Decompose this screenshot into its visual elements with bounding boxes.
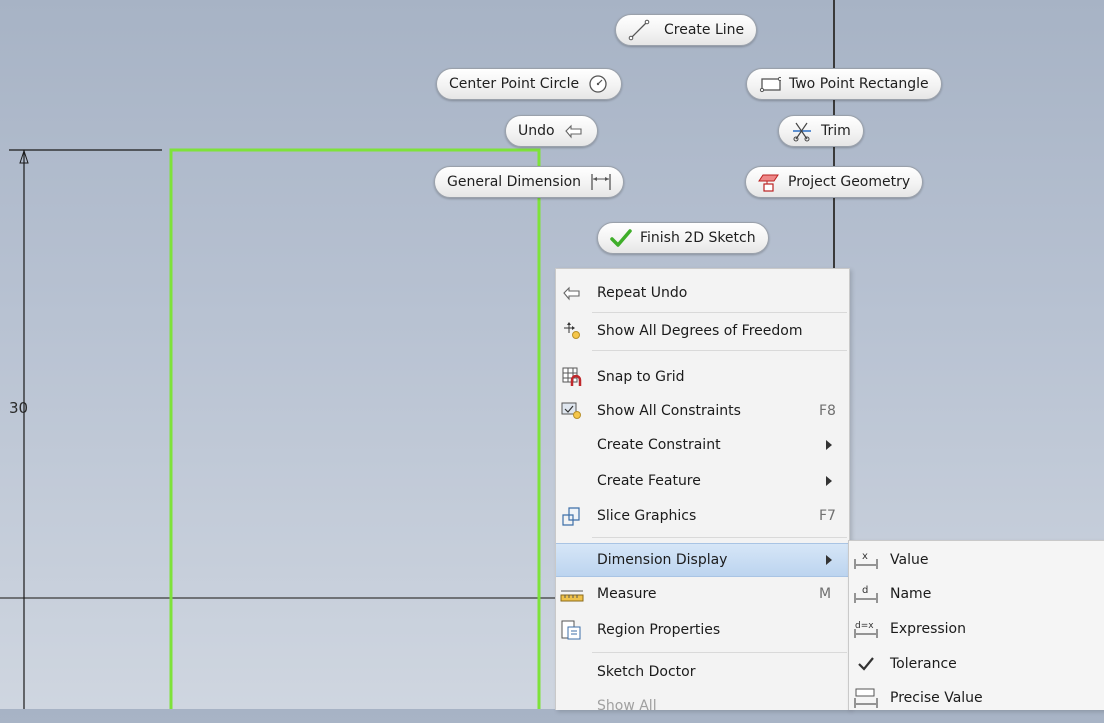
menu-item-dimension-display[interactable]: Dimension Display xyxy=(556,543,849,577)
submenu-item-label: Precise Value xyxy=(890,690,983,706)
menu-item-label: Sketch Doctor xyxy=(597,664,696,680)
submenu-item-label: Value xyxy=(890,552,929,568)
menu-item-show-all-degrees-of-freedom[interactable]: Show All Degrees of Freedom xyxy=(556,314,849,348)
menu-item-measure[interactable]: Measure M xyxy=(556,577,849,611)
slice-graphics-icon xyxy=(560,504,584,528)
menu-item-label: Show All xyxy=(597,698,657,714)
menu-item-label: Slice Graphics xyxy=(597,508,697,524)
general-dimension-button[interactable]: General Dimension xyxy=(434,166,625,198)
submenu-item-label: Tolerance xyxy=(890,656,957,672)
menu-divider xyxy=(592,312,847,313)
dim-expression-icon: d=x xyxy=(853,617,879,641)
submenu-item-name[interactable]: d Name xyxy=(849,577,1104,611)
trim-icon xyxy=(791,120,813,142)
dim-value-icon: x xyxy=(853,548,879,572)
center-point-circle-button[interactable]: Center Point Circle xyxy=(436,68,623,100)
line-icon xyxy=(628,19,650,41)
menu-item-create-feature[interactable]: Create Feature xyxy=(556,464,849,498)
circle-icon xyxy=(587,73,609,95)
rectangle-icon xyxy=(759,73,781,95)
menu-item-label: Show All Degrees of Freedom xyxy=(597,323,803,339)
dimension-display-submenu: x Value d Name d=x Expression Tolerance … xyxy=(848,540,1104,710)
menu-item-create-constraint[interactable]: Create Constraint xyxy=(556,428,849,462)
measure-icon xyxy=(560,582,584,606)
menu-item-repeat-undo[interactable]: Repeat Undo xyxy=(556,276,849,310)
menu-item-label: Measure xyxy=(597,586,657,602)
menu-item-label: Dimension Display xyxy=(597,552,728,568)
menu-item-slice-graphics[interactable]: Slice Graphics F7 xyxy=(556,499,849,533)
menu-item-label: Show All Constraints xyxy=(597,403,741,419)
menu-item-snap-to-grid[interactable]: Snap to Grid xyxy=(556,360,849,394)
menu-item-sketch-doctor[interactable]: Sketch Doctor xyxy=(556,655,849,689)
svg-text:d: d xyxy=(862,585,868,596)
menu-item-label: Snap to Grid xyxy=(597,369,685,385)
submenu-item-value[interactable]: x Value xyxy=(849,543,1104,577)
menu-divider xyxy=(592,652,847,653)
menu-divider xyxy=(592,537,847,538)
two-point-rectangle-label: Two Point Rectangle xyxy=(789,76,929,92)
degrees-of-freedom-icon xyxy=(560,319,584,343)
undo-icon xyxy=(563,120,585,142)
finish-2d-sketch-button[interactable]: Finish 2D Sketch xyxy=(597,222,769,254)
checkmark-icon xyxy=(610,227,632,249)
context-menu: Repeat Undo Show All Degrees of Freedom … xyxy=(555,268,850,714)
menu-item-show-all: Show All xyxy=(556,689,849,723)
menu-divider xyxy=(592,350,847,351)
submenu-item-tolerance[interactable]: Tolerance xyxy=(849,647,1104,681)
shortcut-label: M xyxy=(819,586,832,602)
sketch-profile xyxy=(169,148,541,709)
center-point-circle-label: Center Point Circle xyxy=(449,76,580,92)
create-line-button[interactable]: Create Line xyxy=(615,14,758,46)
dim-name-icon: d xyxy=(853,582,879,606)
project-geometry-icon xyxy=(758,171,780,193)
dimension-value[interactable]: 30 xyxy=(9,399,28,417)
submenu-arrow-icon xyxy=(826,555,832,565)
menu-item-label: Repeat Undo xyxy=(597,285,688,301)
submenu-arrow-icon xyxy=(826,476,832,486)
submenu-item-label: Name xyxy=(890,586,932,602)
checkmark-icon xyxy=(853,652,879,676)
finish-2d-sketch-label: Finish 2D Sketch xyxy=(640,230,756,246)
svg-text:d=x: d=x xyxy=(855,621,874,631)
undo-icon xyxy=(560,281,584,305)
shortcut-label: F7 xyxy=(819,508,836,524)
trim-label: Trim xyxy=(821,123,851,139)
create-line-label: Create Line xyxy=(664,22,745,38)
shortcut-label: F8 xyxy=(819,403,836,419)
menu-item-label: Region Properties xyxy=(597,622,721,638)
trim-button[interactable]: Trim xyxy=(778,115,864,147)
project-geometry-label: Project Geometry xyxy=(788,174,911,190)
menu-item-show-all-constraints[interactable]: Show All Constraints F8 xyxy=(556,394,849,428)
project-geometry-button[interactable]: Project Geometry xyxy=(745,166,924,198)
submenu-item-expression[interactable]: d=x Expression xyxy=(849,612,1104,646)
submenu-item-precise-value[interactable]: Precise Value xyxy=(849,681,1104,715)
menu-item-label: Create Constraint xyxy=(597,437,721,453)
submenu-arrow-icon xyxy=(826,440,832,450)
snap-grid-icon xyxy=(560,365,584,389)
constraints-icon xyxy=(560,399,584,423)
svg-text:x: x xyxy=(862,551,868,562)
menu-item-label: Create Feature xyxy=(597,473,701,489)
dimension-icon xyxy=(589,171,611,193)
region-properties-icon xyxy=(560,618,584,642)
two-point-rectangle-button[interactable]: Two Point Rectangle xyxy=(746,68,942,100)
undo-button[interactable]: Undo xyxy=(505,115,598,147)
submenu-item-label: Expression xyxy=(890,621,966,637)
precise-value-icon xyxy=(853,686,879,710)
general-dimension-label: General Dimension xyxy=(447,174,582,190)
menu-item-region-properties[interactable]: Region Properties xyxy=(556,613,849,647)
undo-label: Undo xyxy=(518,123,555,139)
